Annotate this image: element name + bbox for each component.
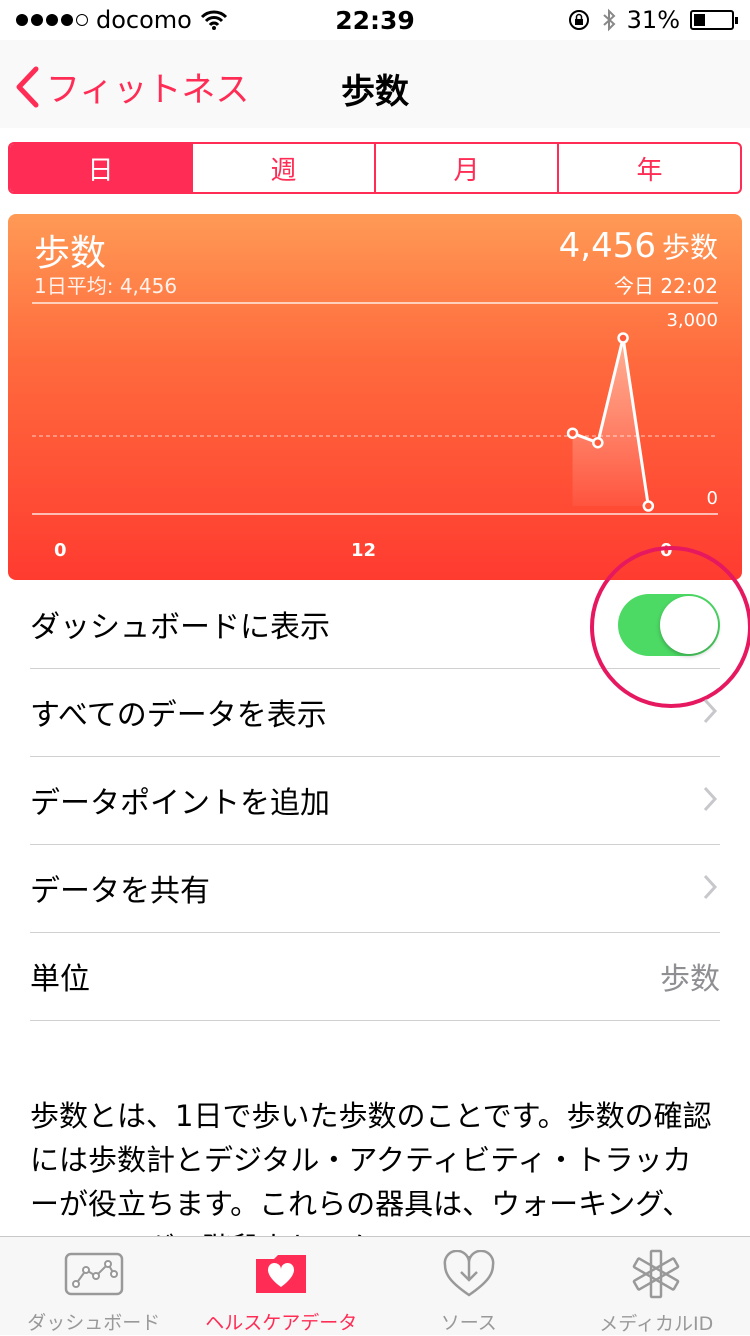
tab-medical-id-label: メディカルID [599, 1309, 713, 1336]
tab-health-data-label: ヘルスケアデータ [205, 1308, 357, 1335]
segment-day[interactable]: 日 [10, 144, 191, 192]
add-data-point-row[interactable]: データポイントを追加 [30, 756, 720, 845]
chart-data-point [568, 429, 577, 438]
chart-data-point [644, 502, 653, 511]
chart-data-point [593, 438, 602, 447]
status-bar: docomo 22:39 31% [0, 0, 750, 40]
tab-medical-id[interactable]: メディカルID [563, 1237, 750, 1335]
chevron-right-icon [702, 874, 718, 900]
y-tick-label: 3,000 [666, 310, 718, 331]
unit-value: 歩数 [660, 954, 720, 998]
dashboard-icon [64, 1252, 124, 1296]
x-tick-label: 12 [351, 540, 376, 561]
tab-health-data[interactable]: ヘルスケアデータ [188, 1237, 376, 1335]
tab-bar: ダッシュボード ヘルスケアデータ ソース [0, 1236, 750, 1335]
show-all-data-label: すべてのデータを表示 [30, 690, 327, 734]
health-data-icon [252, 1251, 310, 1297]
segment-year[interactable]: 年 [557, 144, 740, 192]
segment-month[interactable]: 月 [374, 144, 557, 192]
unit-label: 単位 [30, 954, 90, 998]
tab-sources[interactable]: ソース [375, 1237, 563, 1335]
x-tick-label: 0 [54, 540, 67, 561]
chevron-right-icon [702, 786, 718, 812]
bluetooth-icon [601, 8, 617, 32]
share-data-label: データを共有 [30, 866, 210, 910]
tab-dashboard-label: ダッシュボード [27, 1308, 160, 1335]
battery-percent: 31% [627, 6, 680, 34]
battery-icon [690, 10, 734, 30]
rotation-lock-icon [567, 8, 591, 32]
unit-row[interactable]: 単位 歩数 [30, 932, 720, 1021]
add-data-point-label: データポイントを追加 [30, 778, 330, 822]
steps-line-chart [8, 214, 742, 580]
steps-chart-card: 歩数 1日平均: 4,456 4,456 歩数 今日 22:02 3,000 0… [8, 214, 742, 580]
segment-week[interactable]: 週 [191, 144, 374, 192]
sources-icon [442, 1250, 496, 1298]
chart-data-point [619, 334, 628, 343]
status-right: 31% [567, 6, 734, 34]
chevron-right-icon [702, 698, 718, 724]
page-title: 歩数 [0, 64, 750, 113]
navigation-bar: フィットネス 歩数 [0, 40, 750, 128]
show-on-dashboard-label: ダッシュボードに表示 [30, 602, 330, 646]
share-data-row[interactable]: データを共有 [30, 844, 720, 933]
show-all-data-row[interactable]: すべてのデータを表示 [30, 668, 720, 757]
period-segmented-control: 日 週 月 年 [8, 142, 742, 194]
tab-sources-label: ソース [441, 1308, 497, 1335]
tab-dashboard[interactable]: ダッシュボード [0, 1237, 188, 1335]
medical-id-icon [631, 1249, 681, 1299]
y-tick-label: 0 [707, 488, 718, 509]
